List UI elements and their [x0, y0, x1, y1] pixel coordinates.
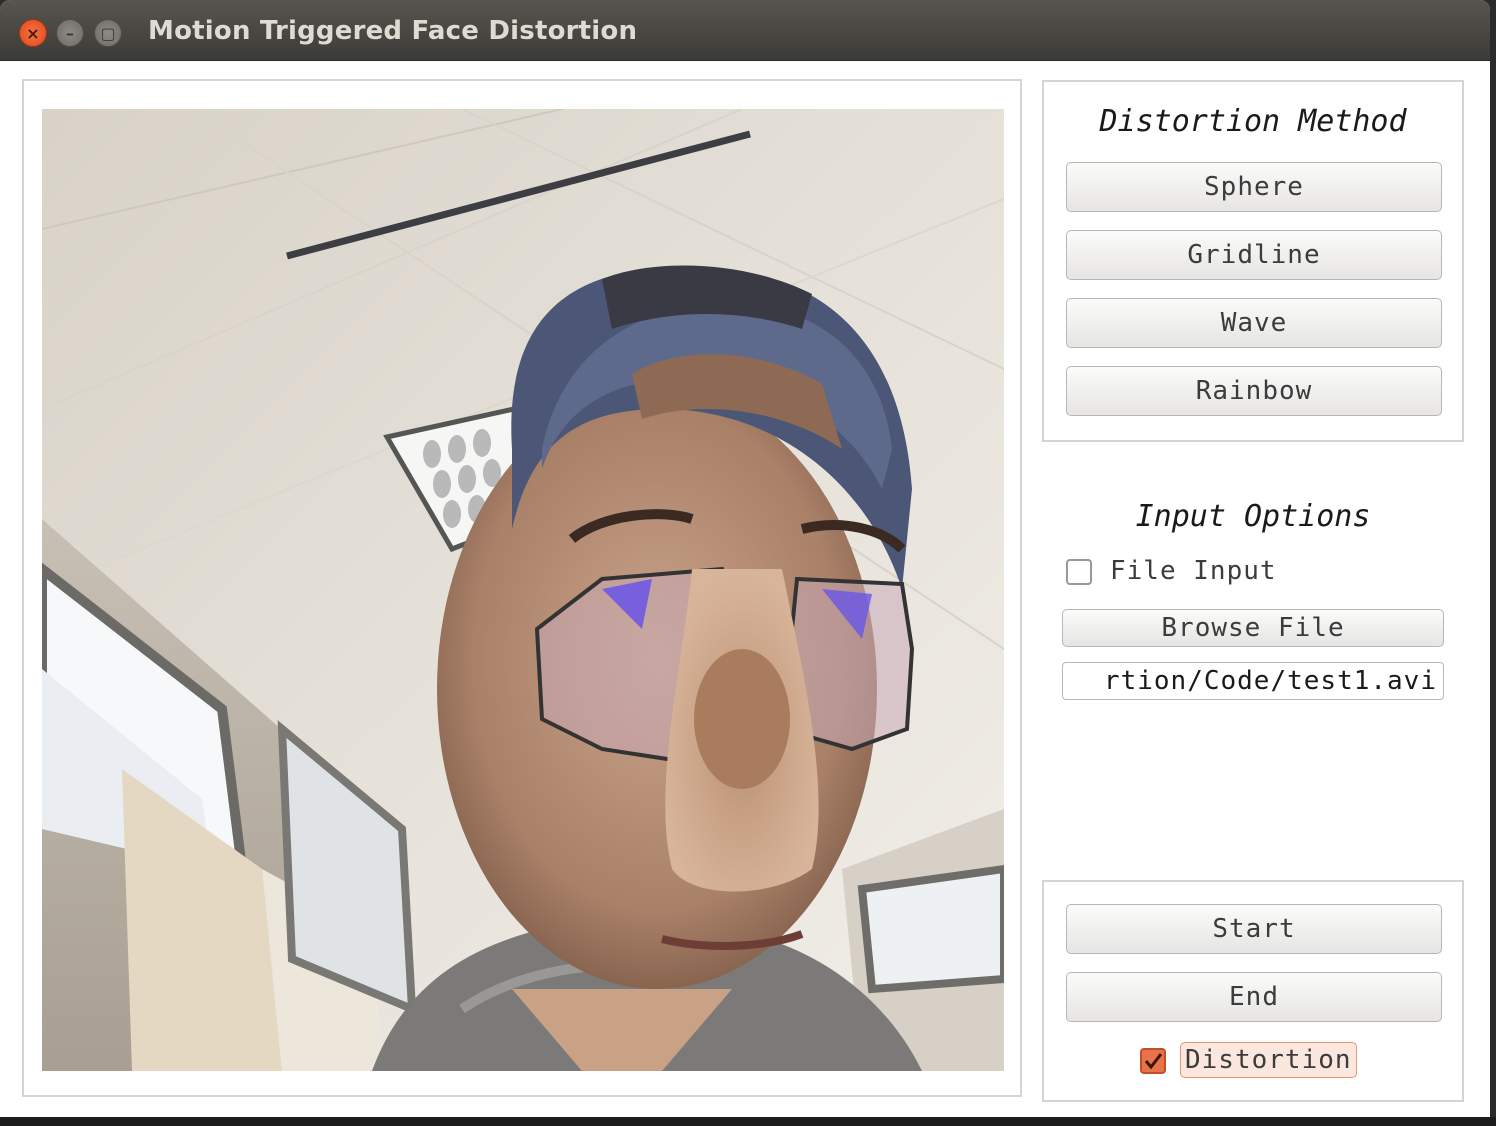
title-bar[interactable]: × – ▢ Motion Triggered Face Distortion — [0, 0, 1490, 61]
start-button[interactable]: Start — [1066, 904, 1442, 954]
gridline-button[interactable]: Gridline — [1066, 230, 1442, 280]
video-panel — [22, 79, 1022, 1097]
distortion-checkbox[interactable] — [1140, 1048, 1166, 1074]
wave-button[interactable]: Wave — [1066, 298, 1442, 348]
end-button[interactable]: End — [1066, 972, 1442, 1022]
checkmark-icon — [1144, 1053, 1163, 1070]
distortion-method-heading: Distortion Method — [1099, 104, 1407, 139]
input-options-panel: Input Options File Input Browse File rti… — [1042, 491, 1464, 751]
minimize-icon[interactable]: – — [56, 19, 84, 47]
file-input-checkbox[interactable] — [1066, 559, 1092, 585]
distortion-label[interactable]: Distortion — [1180, 1042, 1357, 1078]
webcam-video — [42, 109, 1004, 1071]
file-path-input[interactable]: rtion/Code/test1.avi — [1062, 662, 1444, 700]
terminal-strip — [0, 1117, 1496, 1126]
app-window: × – ▢ Motion Triggered Face Distortion D… — [0, 0, 1490, 1122]
sphere-button[interactable]: Sphere — [1066, 162, 1442, 212]
maximize-icon[interactable]: ▢ — [94, 19, 122, 47]
main-content: Distortion Method Sphere Gridline Wave R… — [0, 61, 1490, 1122]
rainbow-button[interactable]: Rainbow — [1066, 366, 1442, 416]
controls-panel: Start End Distortion — [1042, 880, 1464, 1102]
input-options-heading: Input Options — [1135, 499, 1371, 534]
window-title: Motion Triggered Face Distortion — [148, 16, 638, 46]
distortion-method-panel: Distortion Method Sphere Gridline Wave R… — [1042, 80, 1464, 442]
close-icon[interactable]: × — [19, 19, 47, 47]
file-input-label: File Input — [1110, 556, 1277, 586]
webcam-image — [42, 109, 1004, 1071]
browse-file-button[interactable]: Browse File — [1062, 609, 1444, 647]
